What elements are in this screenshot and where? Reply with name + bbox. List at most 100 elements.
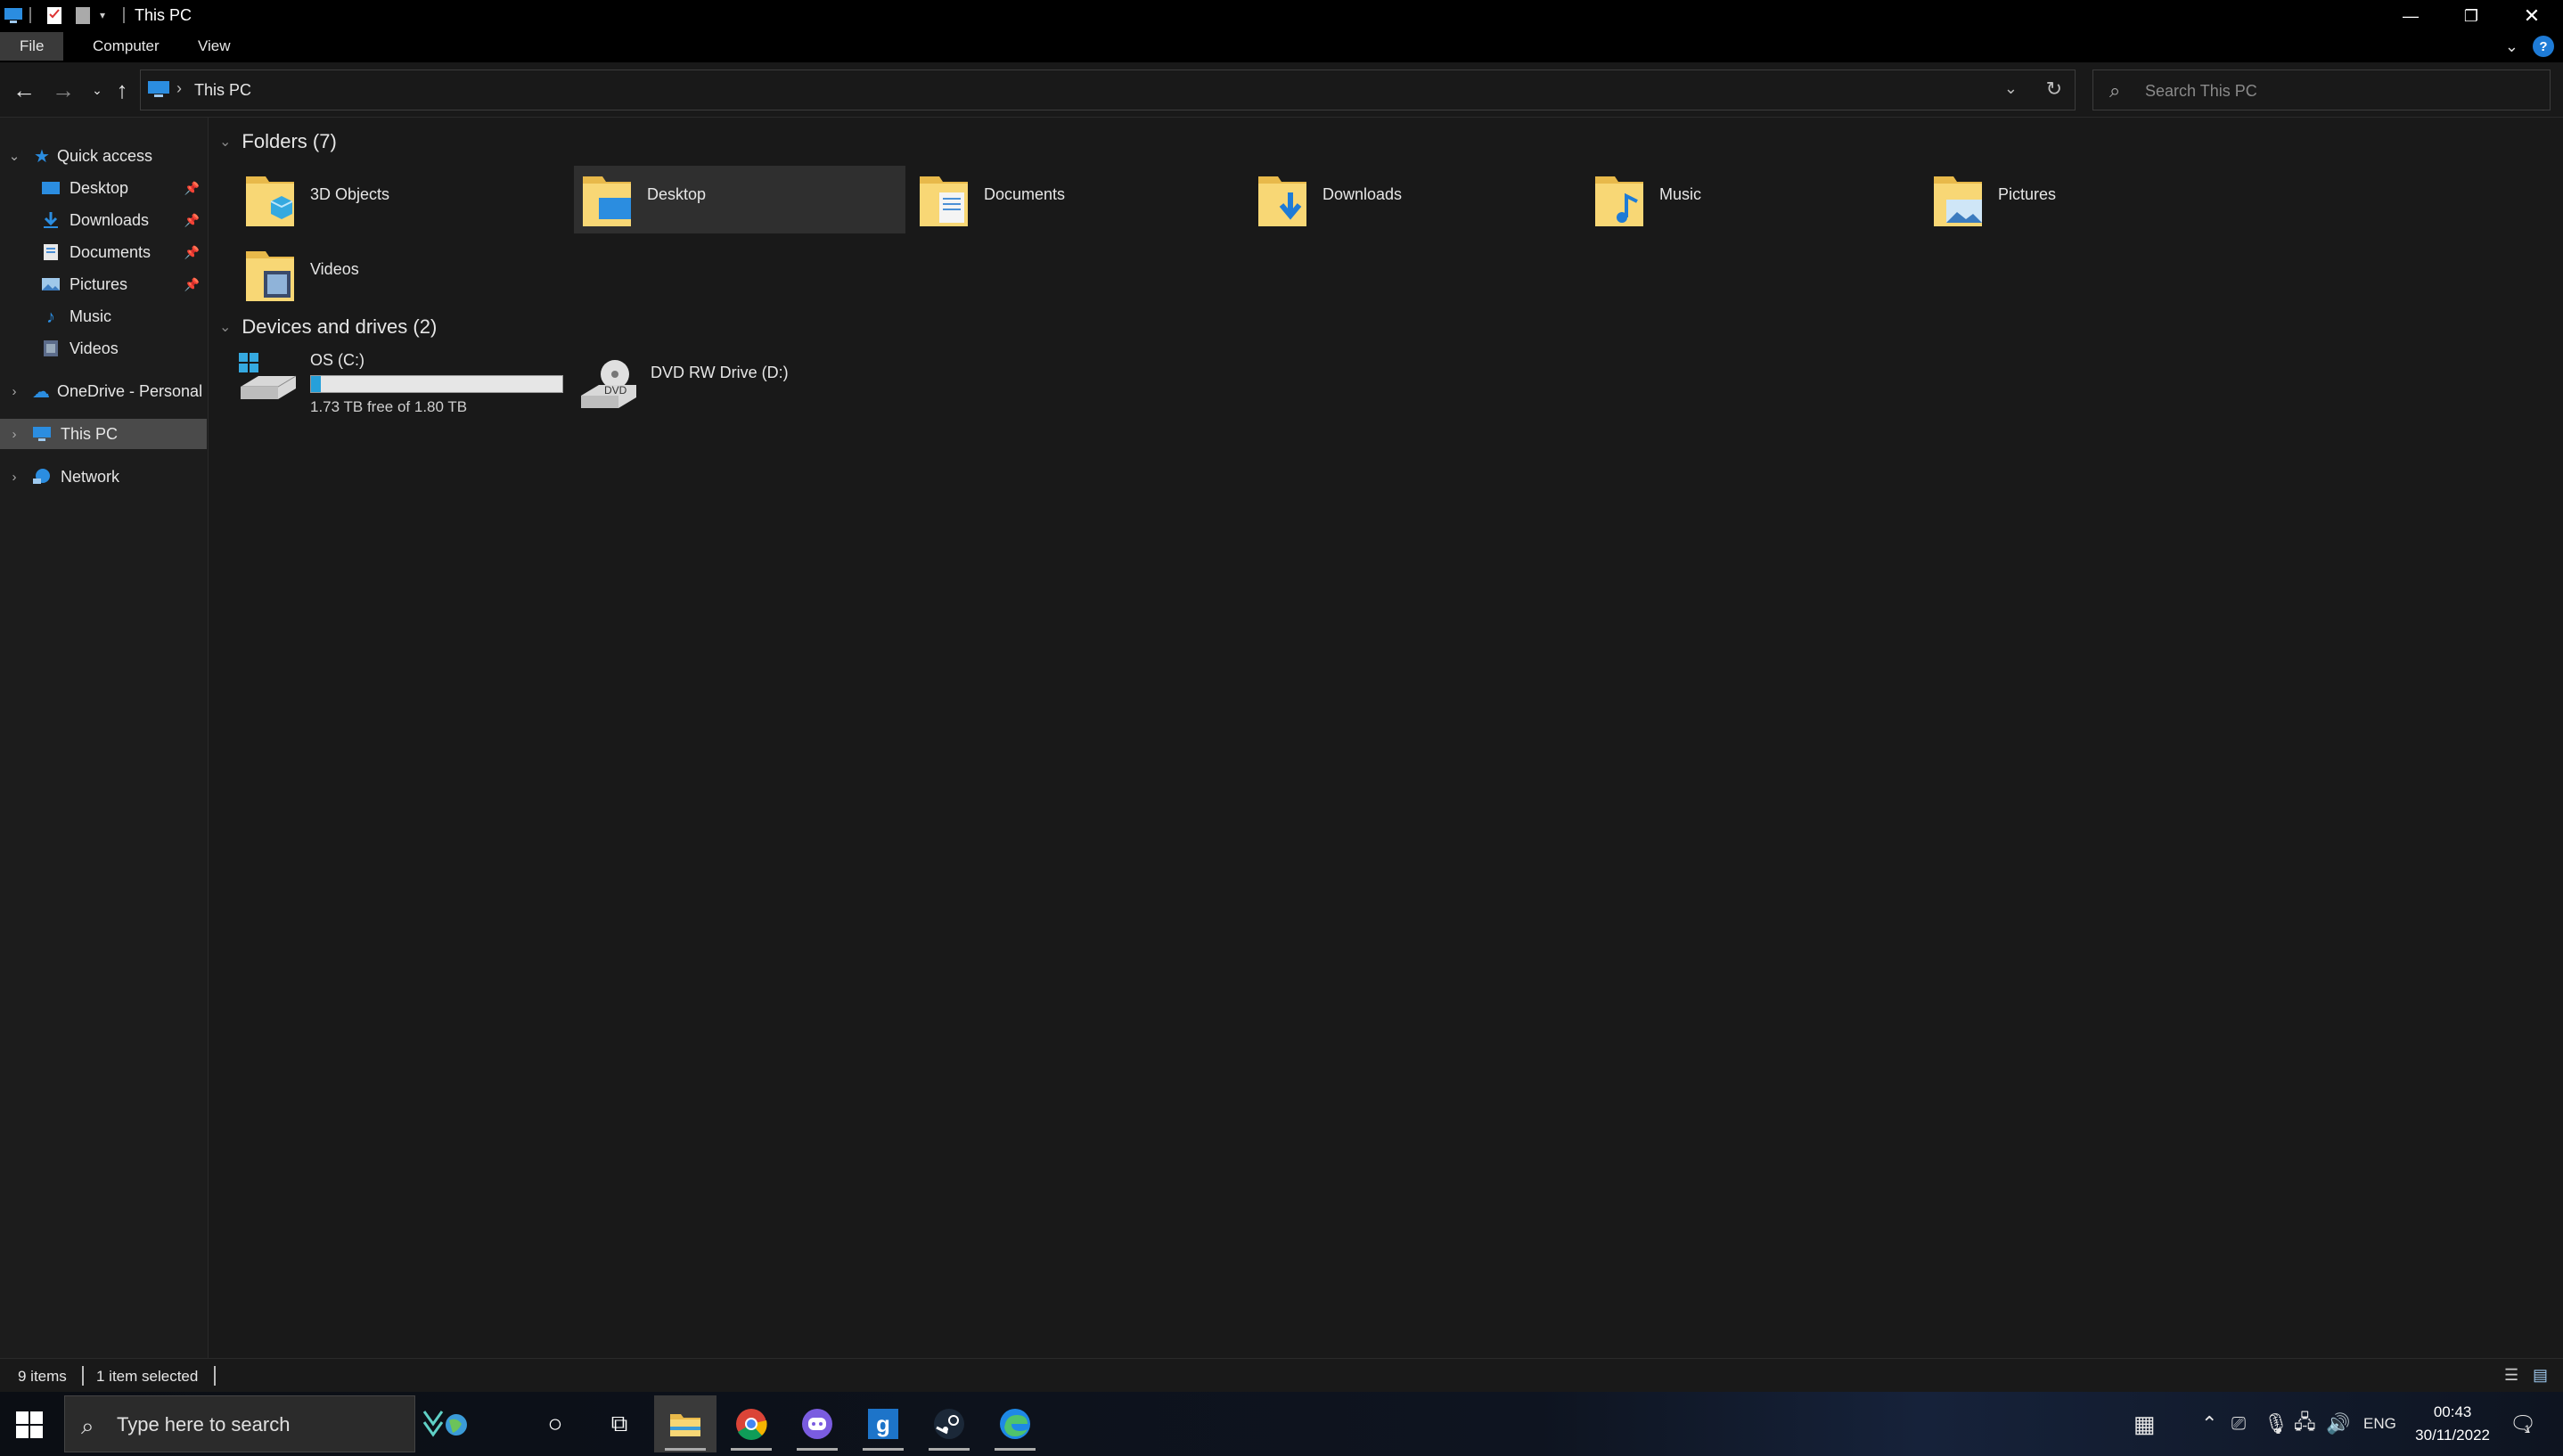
folder-label: Music [1659,185,1702,203]
folder-tile-music[interactable]: Music [1586,166,1918,233]
network-icon [33,469,50,484]
this-pc-icon[interactable] [4,5,23,25]
nav-label: This PC [61,424,119,443]
pin-icon[interactable]: 📌 [184,213,200,228]
pictures-icon [42,278,60,290]
pin-icon[interactable]: 📌 [184,181,200,196]
ribbon-tabs: File Computer View ⌄ ? [0,32,2563,62]
downloads-folder-icon [1258,176,1306,226]
window-title: This PC [135,6,192,24]
nav-item-documents[interactable]: Documents 📌 [0,237,207,267]
address-dropdown-icon[interactable]: ⌄ [2004,79,2018,98]
collapsed-chevron-icon[interactable]: › [7,384,21,399]
taskbar-chrome[interactable] [720,1395,782,1452]
collapse-chevron-icon[interactable]: ⌄ [219,133,231,151]
folder-tile-videos[interactable]: Videos [237,241,569,308]
title-bar: ▾ This PC — ❐ ✕ [0,0,2563,32]
taskbar-file-explorer[interactable] [654,1395,716,1452]
back-arrow-icon[interactable]: ← [9,75,39,105]
collapsed-chevron-icon[interactable]: › [7,427,21,442]
qat-dropdown-icon[interactable]: ▾ [100,9,105,29]
meet-now-icon[interactable]: ⎚ [2231,1392,2246,1456]
volume-icon[interactable]: 🔊 [2326,1392,2350,1456]
pin-icon[interactable]: 📌 [184,245,200,260]
navigation-pane: ⌄ ★ Quick access Desktop 📌 Downloads 📌 D… [0,118,209,1358]
tray-news-icon[interactable]: ▦ [2133,1392,2156,1456]
tab-computer[interactable]: Computer [73,32,179,61]
large-icons-view-icon[interactable]: ▤ [2533,1366,2548,1385]
taskbar-edge[interactable] [984,1395,1046,1452]
dvd-drive-icon: DVD [581,360,636,408]
details-view-icon[interactable]: ☰ [2504,1366,2518,1385]
selection-count: 1 item selected [96,1368,199,1385]
discord-icon [802,1409,832,1439]
nav-item-desktop[interactable]: Desktop 📌 [0,173,207,203]
windows-start-icon[interactable] [16,1411,43,1438]
new-folder-icon[interactable] [75,5,91,25]
drive-usage-bar [310,375,563,393]
clock-date: 30/11/2022 [2415,1427,2490,1444]
drive-tile-c[interactable]: OS (C:) 1.73 TB free of 1.80 TB [237,351,563,416]
show-hidden-icons-icon[interactable]: ⌃ [2201,1392,2217,1456]
refresh-icon[interactable]: ↻ [2046,78,2062,101]
folder-tile-pictures[interactable]: Pictures [1925,166,2256,233]
star-icon: ★ [34,146,50,167]
network-tray-icon[interactable]: 🖧 [2294,1392,2316,1456]
collapsed-chevron-icon[interactable]: › [7,470,21,485]
qat-divider [29,7,31,23]
nav-onedrive[interactable]: › ☁ OneDrive - Personal [0,376,207,406]
pin-icon[interactable]: 📌 [184,277,200,292]
nav-network[interactable]: › Network [0,462,207,492]
nav-quick-access[interactable]: ⌄ ★ Quick access [0,141,207,171]
address-bar[interactable]: › This PC ⌄ ↻ [140,70,2076,110]
tab-file[interactable]: File [0,32,64,61]
tab-view[interactable]: View [178,32,250,61]
taskbar-discord[interactable] [786,1395,848,1452]
drive-tile-d[interactable]: DVD DVD RW Drive (D:) [577,358,789,415]
minimize-button[interactable]: — [2379,0,2442,32]
taskbar-store-app[interactable]: g [852,1395,914,1452]
restore-button[interactable]: ❐ [2440,0,2502,32]
action-center-icon[interactable]: 🗨 1 [2510,1392,2536,1456]
folder-label: Desktop [647,185,707,203]
folder-tile-3d-objects[interactable]: 3D Objects [237,166,569,233]
nav-item-music[interactable]: ♪ Music [0,301,207,331]
language-indicator[interactable]: ENG [2363,1392,2396,1456]
up-arrow-icon[interactable]: ↑ [107,75,137,105]
steam-icon [934,1409,964,1439]
folders-group-header[interactable]: ⌄ Folders (7) [219,130,337,153]
cloud-icon: ☁ [32,381,50,402]
taskbar-search-input[interactable] [115,1409,409,1441]
nav-item-videos[interactable]: Videos [0,333,207,364]
taskbar-steam[interactable] [918,1395,980,1452]
expanded-chevron-icon[interactable]: ⌄ [7,148,21,164]
nav-this-pc[interactable]: › This PC [0,419,207,449]
breadcrumb-this-pc[interactable]: This PC [194,81,251,100]
forward-arrow-icon[interactable]: → [48,75,78,105]
search-input[interactable] [2143,78,2535,104]
task-view-icon[interactable]: ⧉ [588,1395,651,1452]
close-button[interactable]: ✕ [2501,0,2563,32]
nav-label: Network [61,467,120,486]
properties-icon[interactable] [46,5,62,25]
search-icon: ⌕ [81,1412,94,1439]
folder-tile-documents[interactable]: Documents [911,166,1242,233]
nav-label: Music [70,307,112,325]
folder-tile-downloads[interactable]: Downloads [1249,166,1581,233]
nav-item-downloads[interactable]: Downloads 📌 [0,205,207,235]
clock[interactable]: 00:43 30/11/2022 [2415,1401,2490,1447]
group-title: Folders (7) [242,130,337,152]
search-box[interactable]: ⌕ [2092,70,2551,110]
help-icon[interactable]: ? [2533,36,2554,57]
collapse-chevron-icon[interactable]: ⌄ [219,318,231,336]
taskbar-search[interactable]: ⌕ [64,1395,415,1452]
news-widget-icon[interactable] [421,1408,467,1442]
cortana-icon[interactable]: ○ [524,1395,586,1452]
pictures-folder-icon [1934,176,1982,226]
drives-group-header[interactable]: ⌄ Devices and drives (2) [219,315,437,339]
nav-item-pictures[interactable]: Pictures 📌 [0,269,207,299]
item-count: 9 items [18,1368,67,1385]
expand-ribbon-icon[interactable]: ⌄ [2505,37,2518,56]
folder-tile-desktop[interactable]: Desktop [574,166,905,233]
microphone-icon[interactable]: 🎙 [2264,1392,2289,1456]
